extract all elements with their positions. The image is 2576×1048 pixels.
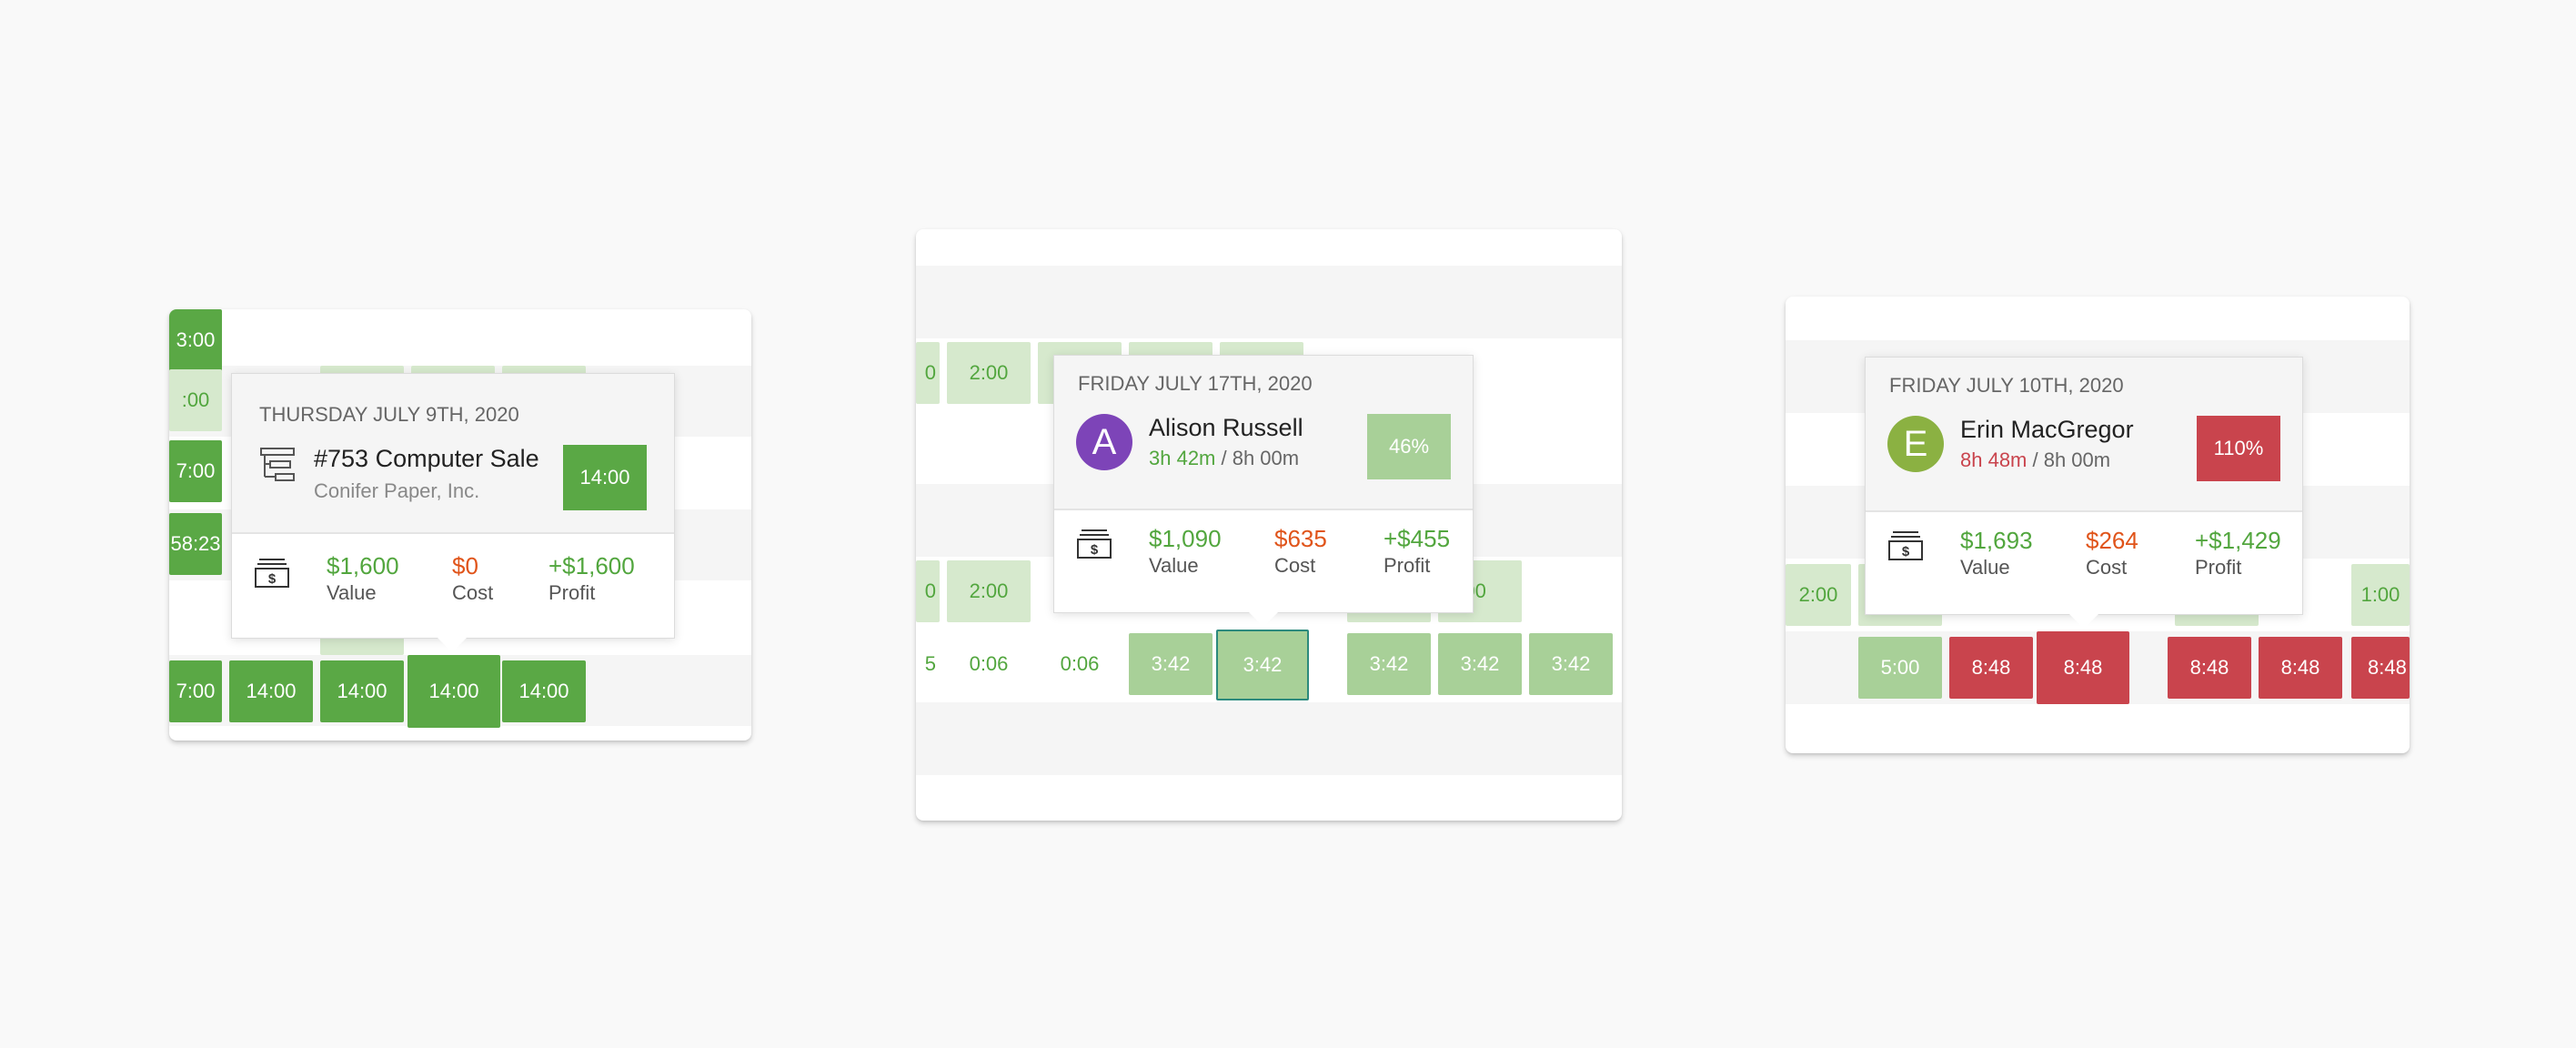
hours-total: / 8h 00m — [1215, 447, 1300, 469]
shift-cell[interactable]: 3:42 — [1529, 633, 1613, 695]
hours-worked: 8h 48m — [1960, 448, 2028, 471]
shift-cell[interactable]: 7:00 — [169, 440, 222, 502]
profit-label: Profit — [2195, 556, 2242, 579]
shift-cell-selected[interactable]: 8:48 — [2037, 631, 2129, 704]
cash-icon: $ — [1077, 529, 1112, 559]
utilization-badge: 110% — [2197, 416, 2280, 481]
profit-amount: +$1,429 — [2195, 527, 2281, 554]
shift-cell[interactable]: :00 — [169, 369, 222, 431]
profit-label: Profit — [1384, 554, 1431, 577]
profit-amount: +$455 — [1384, 525, 1451, 552]
profit-amount: +$1,600 — [548, 552, 635, 579]
shift-cell[interactable]: 2:00 — [947, 342, 1031, 404]
shift-cell[interactable]: 0 — [916, 342, 940, 404]
svg-text:$: $ — [1091, 542, 1099, 558]
hours-badge: 14:00 — [563, 445, 647, 510]
row-stripe — [916, 266, 1622, 338]
job-title: #753 Computer Sale — [314, 445, 539, 472]
shift-cell-selected[interactable]: 3:42 — [1216, 630, 1309, 700]
shift-cell[interactable]: 8:48 — [2351, 637, 2410, 699]
shift-cell[interactable]: 8:48 — [1949, 637, 2033, 699]
avatar: A — [1076, 414, 1132, 470]
employee-tooltip: FRIDAY JULY 17TH, 2020 A Alison Russell … — [1053, 355, 1474, 627]
shift-cell[interactable]: 8:48 — [2168, 637, 2251, 699]
job-customer: Conifer Paper, Inc. — [314, 479, 480, 502]
cost-label: Cost — [452, 581, 494, 604]
hours-summary: 8h 48m / 8h 00m — [1960, 448, 2110, 472]
shift-cell[interactable]: 5:00 — [1858, 637, 1942, 699]
employee-name: Alison Russell — [1149, 414, 1303, 441]
row-stripe — [916, 702, 1622, 775]
task-list-icon — [260, 448, 295, 481]
cost-amount: $635 — [1274, 525, 1327, 552]
tooltip-caret — [2069, 614, 2098, 629]
job-tooltip: THURSDAY JULY 9TH, 2020 #753 Computer Sa… — [231, 373, 675, 652]
cash-icon: $ — [255, 559, 289, 588]
shift-cell[interactable]: 3:42 — [1438, 633, 1522, 695]
shift-cell[interactable]: 14:00 — [229, 660, 313, 722]
shift-cell[interactable]: 2:00 — [947, 560, 1031, 622]
employee-tooltip: FRIDAY JULY 10TH, 2020 E Erin MacGregor … — [1865, 357, 2303, 629]
hours-total: / 8h 00m — [2027, 448, 2111, 471]
cost-label: Cost — [2086, 556, 2128, 579]
cost-amount: $0 — [452, 552, 478, 579]
shift-cell[interactable]: 58:23 — [169, 513, 222, 575]
shift-cell[interactable]: 14:00 — [502, 660, 586, 722]
shift-cell-selected[interactable]: 14:00 — [408, 655, 500, 728]
value-amount: $1,693 — [1960, 527, 2033, 554]
shift-cell[interactable]: 3:00 — [169, 309, 222, 371]
value-label: Value — [327, 581, 377, 604]
shift-cell[interactable]: 8:48 — [2259, 637, 2342, 699]
shift-cell[interactable]: 1:00 — [2351, 564, 2410, 626]
hours-worked: 3h 42m — [1149, 447, 1216, 469]
value-label: Value — [1149, 554, 1199, 577]
hours-summary: 3h 42m / 8h 00m — [1149, 447, 1299, 470]
value-label: Value — [1960, 556, 2010, 579]
shift-cell[interactable]: 0 — [916, 560, 940, 622]
shift-cell[interactable]: 3:42 — [1129, 633, 1213, 695]
tooltip-caret — [438, 638, 467, 652]
value-amount: $1,600 — [327, 552, 399, 579]
tooltip-caret — [1249, 612, 1278, 627]
shift-cell[interactable]: 2:00 — [1786, 564, 1851, 626]
shift-cell[interactable]: 0:06 — [947, 633, 1031, 695]
tooltip-date: FRIDAY JULY 10TH, 2020 — [1889, 374, 2124, 397]
shift-cell[interactable]: 7:00 — [169, 660, 222, 722]
avatar: E — [1887, 416, 1944, 472]
value-amount: $1,090 — [1149, 525, 1222, 552]
tooltip-date: FRIDAY JULY 17TH, 2020 — [1078, 372, 1313, 395]
shift-cell[interactable]: 3:42 — [1347, 633, 1431, 695]
tooltip-date: THURSDAY JULY 9TH, 2020 — [259, 403, 519, 426]
cost-amount: $264 — [2086, 527, 2138, 554]
cost-label: Cost — [1274, 554, 1316, 577]
shift-cell[interactable]: 14:00 — [320, 660, 404, 722]
employee-name: Erin MacGregor — [1960, 416, 2134, 443]
svg-text:$: $ — [1902, 544, 1910, 559]
cash-icon: $ — [1888, 531, 1923, 560]
utilization-badge: 46% — [1367, 414, 1451, 479]
shift-cell[interactable]: 0:06 — [1038, 633, 1122, 695]
shift-cell[interactable]: 5 — [916, 633, 940, 695]
svg-text:$: $ — [268, 571, 277, 587]
profit-label: Profit — [548, 581, 596, 604]
